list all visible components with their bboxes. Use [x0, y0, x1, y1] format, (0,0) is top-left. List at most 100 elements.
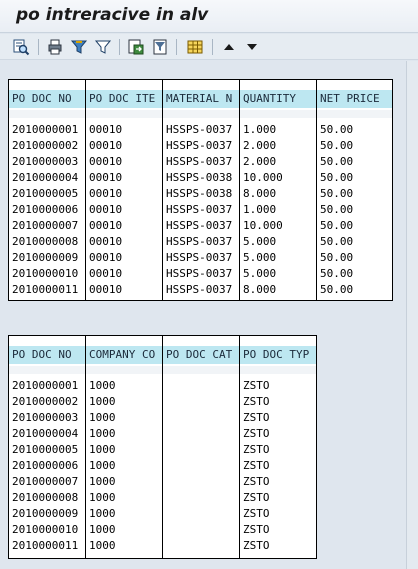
table-cell: 1000	[89, 507, 116, 520]
table-cell: 1000	[89, 491, 116, 504]
table-cell: 00010	[89, 123, 123, 136]
table-cell: 00010	[89, 219, 123, 232]
table-cell: 2010000009	[12, 251, 79, 264]
table-cell: 50.00	[320, 251, 354, 264]
table-cell: ZSTO	[243, 475, 270, 488]
table-cell: 50.00	[320, 139, 354, 152]
table-cell: 50.00	[320, 267, 354, 280]
column-header[interactable]: PO DOC NO	[12, 347, 85, 363]
table-cell: 2010000007	[12, 475, 79, 488]
table-cell: 00010	[89, 155, 123, 168]
table-cell: HSSPS-0038	[166, 171, 233, 184]
table-cell: HSSPS-0037	[166, 139, 233, 152]
table-cell: 2010000010	[12, 523, 79, 536]
table-cell: ZSTO	[243, 491, 270, 504]
table-cell: HSSPS-0038	[166, 187, 233, 200]
po-items-grid: PO DOC NO PO DOC ITE MATERIAL N QUANTITY NET…	[8, 79, 393, 301]
table-cell: 1000	[89, 475, 116, 488]
table-cell: HSSPS-0037	[166, 267, 233, 280]
table-cell: 00010	[89, 283, 123, 296]
table-cell: 00010	[89, 235, 123, 248]
table-cell: 2010000008	[12, 235, 79, 248]
table-cell: 00010	[89, 267, 123, 280]
output-area: PO DOC NO PO DOC ITE MATERIAL N QUANTITY NET…	[0, 61, 418, 569]
table-cell: 1000	[89, 395, 116, 408]
table-cell: 2010000001	[12, 379, 79, 392]
table-cell: 2010000011	[12, 283, 79, 296]
column-header[interactable]: PO DOC ITE	[89, 91, 162, 107]
column-divider	[162, 336, 163, 558]
toolbar-separator	[212, 39, 213, 55]
table-cell: HSSPS-0037	[166, 251, 233, 264]
table-cell: 50.00	[320, 155, 354, 168]
table-cell: 00010	[89, 187, 123, 200]
table-cell: 2.000	[243, 139, 277, 152]
column-header[interactable]: MATERIAL N	[166, 91, 239, 107]
table-cell: 2010000009	[12, 507, 79, 520]
table-cell: 00010	[89, 139, 123, 152]
table-cell: 2010000006	[12, 459, 79, 472]
alv-toolbar	[0, 34, 418, 60]
window-title: po intreracive in alv	[16, 5, 209, 25]
table-cell: 1000	[89, 539, 116, 552]
column-header[interactable]: PO DOC TYP	[243, 347, 316, 363]
print-preview-icon[interactable]	[151, 38, 169, 56]
table-cell: 1.000	[243, 123, 277, 136]
toolbar-separator	[38, 39, 39, 55]
table-cell: 1000	[89, 459, 116, 472]
delete-filter-icon[interactable]	[94, 38, 112, 56]
column-header[interactable]: QUANTITY	[243, 91, 316, 107]
table-cell: 2010000006	[12, 203, 79, 216]
table-cell: 2010000007	[12, 219, 79, 232]
table-cell: 2010000003	[12, 411, 79, 424]
table-cell: 2010000004	[12, 427, 79, 440]
arrow-down-icon[interactable]	[243, 38, 261, 56]
table-cell: ZSTO	[243, 411, 270, 424]
table-cell: 1000	[89, 427, 116, 440]
details-icon[interactable]	[12, 38, 30, 56]
table-cell: ZSTO	[243, 427, 270, 440]
column-header[interactable]: PO DOC NO	[12, 91, 85, 107]
layout-grid-icon[interactable]	[186, 38, 204, 56]
table-cell: 50.00	[320, 123, 354, 136]
vertical-scrollbar[interactable]	[406, 61, 418, 569]
column-divider	[85, 336, 86, 558]
column-header[interactable]: PO DOC CAT	[166, 347, 239, 363]
table-cell: ZSTO	[243, 443, 270, 456]
table-cell: 50.00	[320, 171, 354, 184]
column-header[interactable]: NET PRICE	[320, 91, 392, 107]
table-cell: 8.000	[243, 283, 277, 296]
column-header[interactable]: COMPANY CO	[89, 347, 162, 363]
table-cell: HSSPS-0037	[166, 219, 233, 232]
table-cell: 00010	[89, 171, 123, 184]
table-cell: 2.000	[243, 155, 277, 168]
table-cell: ZSTO	[243, 395, 270, 408]
table-cell: 2010000010	[12, 267, 79, 280]
toolbar-separator	[119, 39, 120, 55]
table-cell: HSSPS-0037	[166, 203, 233, 216]
table-cell: ZSTO	[243, 523, 270, 536]
table-cell: HSSPS-0037	[166, 283, 233, 296]
table-cell: 50.00	[320, 235, 354, 248]
table-cell: 8.000	[243, 187, 277, 200]
table-cell: HSSPS-0037	[166, 123, 233, 136]
table-cell: 10.000	[243, 219, 283, 232]
table-cell: 5.000	[243, 251, 277, 264]
set-filter-icon[interactable]	[70, 38, 88, 56]
table-cell: 2010000011	[12, 539, 79, 552]
table-cell: 10.000	[243, 171, 283, 184]
print-icon[interactable]	[46, 38, 64, 56]
table-cell: 1000	[89, 411, 116, 424]
table-cell: 1000	[89, 379, 116, 392]
table-cell: 2010000001	[12, 123, 79, 136]
arrow-up-icon[interactable]	[220, 38, 238, 56]
table-cell: 1000	[89, 443, 116, 456]
export-icon[interactable]	[127, 38, 145, 56]
column-divider	[239, 336, 240, 558]
table-cell: ZSTO	[243, 507, 270, 520]
table-cell: 2010000004	[12, 171, 79, 184]
table-cell: 50.00	[320, 203, 354, 216]
table-cell: 2010000005	[12, 443, 79, 456]
table-cell: ZSTO	[243, 539, 270, 552]
table-cell: 5.000	[243, 267, 277, 280]
